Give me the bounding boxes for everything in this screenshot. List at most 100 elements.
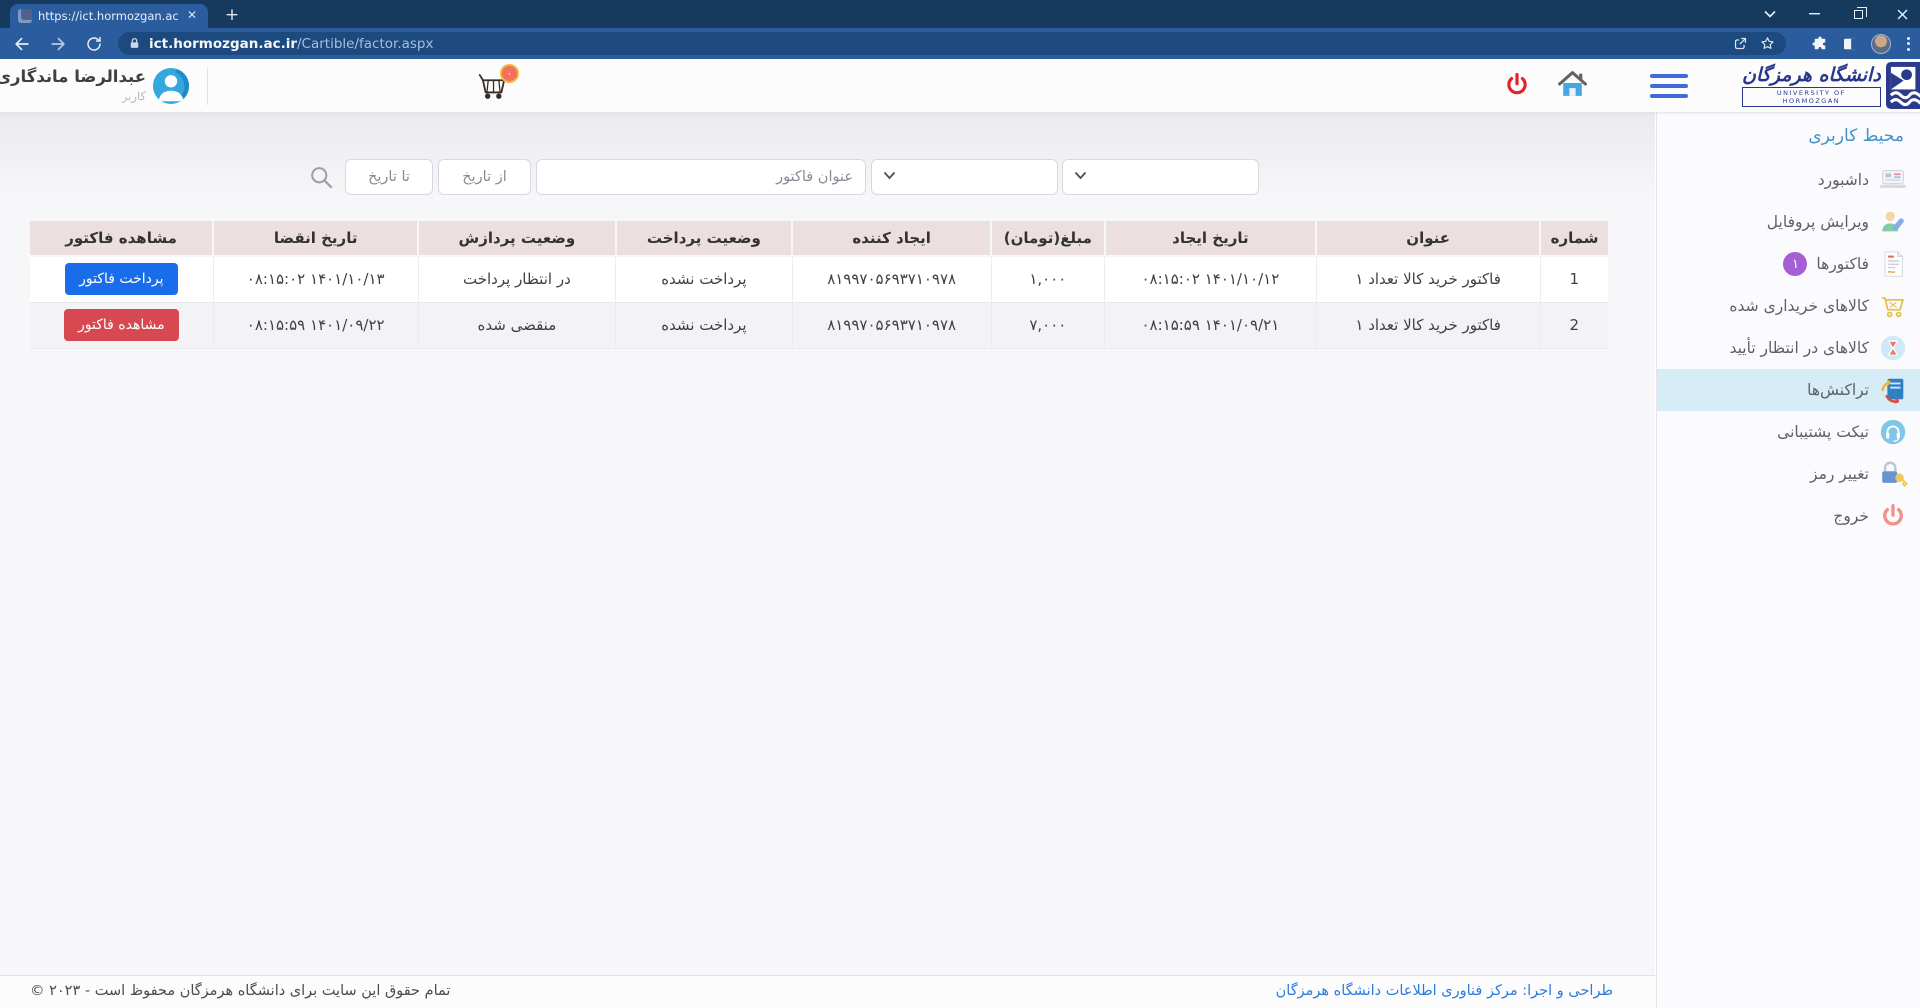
logo-persian-name: دانشگاه هرمزگان [1742, 64, 1881, 86]
browser-toolbar: ict.hormozgan.ac.ir/Cartible/factor.aspx [0, 28, 1920, 59]
cell-action: مشاهده فاکتور [30, 302, 213, 348]
col-expiry-date: تاریخ انقضا [213, 221, 418, 256]
new-tab-button[interactable]: + [220, 5, 244, 27]
forward-button[interactable] [44, 30, 72, 58]
table-header-row: شماره عنوان تاریخ ایجاد مبلغ(تومان) ایجا… [30, 221, 1608, 256]
url-host: ict.hormozgan.ac.ir [149, 36, 297, 52]
sidebar-item-label: تراکنش‌ها [1807, 381, 1869, 399]
browser-menu-icon[interactable] [1903, 37, 1914, 51]
cell-number: 1 [1540, 256, 1608, 302]
invoice-title-input[interactable] [536, 159, 866, 195]
side-panel-icon[interactable] [1841, 35, 1859, 53]
cell-title: فاکتور خرید کالا تعداد ۱ [1316, 256, 1540, 302]
copyright-text: © ۲۰۲۳ - تمام حقوق این سایت برای دانشگاه… [30, 983, 450, 999]
change-password-icon [1878, 459, 1908, 489]
sidebar-item-label: کالاهای در انتظار تأیید [1729, 339, 1869, 357]
col-number: شماره [1540, 221, 1608, 256]
user-block: عبدالرضا ماندگاری کاربر [24, 67, 146, 103]
cell-number: 2 [1540, 302, 1608, 348]
user-name: عبدالرضا ماندگاری [24, 67, 146, 86]
sidebar-item-invoices[interactable]: فاکتورها ۱ [1657, 243, 1920, 285]
url-path: /Cartible/factor.aspx [297, 36, 433, 52]
from-date-input[interactable] [438, 159, 531, 195]
pay-invoice-button[interactable]: پرداخت فاکتور [65, 263, 177, 295]
pending-approval-icon [1878, 333, 1908, 363]
url-bar[interactable]: ict.hormozgan.ac.ir/Cartible/factor.aspx [118, 32, 1786, 55]
footer: © ۲۰۲۳ - تمام حقوق این سایت برای دانشگاه… [0, 975, 1655, 1008]
search-icon[interactable] [308, 164, 335, 191]
col-title: عنوان [1316, 221, 1540, 256]
filter-select-1[interactable] [871, 159, 1058, 195]
sidebar-item-logout[interactable]: خروج [1657, 495, 1920, 537]
table-row: 2 فاکتور خرید کالا تعداد ۱ ۱۴۰۱/۰۹/۲۱ ۰۸… [30, 302, 1608, 348]
edit-profile-icon [1878, 207, 1908, 237]
sidebar-item-pending-approval[interactable]: کالاهای در انتظار تأیید [1657, 327, 1920, 369]
col-creator: ایجاد کننده [792, 221, 991, 256]
cell-amount: ۱,۰۰۰ [991, 256, 1105, 302]
chevron-down-icon [1074, 171, 1087, 180]
sidebar-item-edit-profile[interactable]: ویرایش پروفایل [1657, 201, 1920, 243]
cell-creator: ۸۱۹۹۷۰۵۶۹۳۷۱۰۹۷۸ [792, 302, 991, 348]
filter-select-2[interactable] [1062, 159, 1259, 195]
sidebar: محیط کاربری داشبورد ویرایش پروفایل [1656, 113, 1920, 1008]
sidebar-item-purchased-items[interactable]: کالاهای خریداری شده [1657, 285, 1920, 327]
back-button[interactable] [8, 30, 36, 58]
reload-button[interactable] [80, 30, 108, 58]
cell-payment-status: پرداخت نشده [616, 302, 793, 348]
col-process-status: وضعیت پردازش [418, 221, 615, 256]
sidebar-section-title: محیط کاربری [1657, 113, 1920, 152]
cart-button[interactable]: ۰ [476, 68, 512, 104]
sidebar-item-label: داشبورد [1818, 171, 1869, 189]
sidebar-item-support-ticket[interactable]: تیکت پشتیبانی [1657, 411, 1920, 453]
window-minimize-button[interactable] [1804, 4, 1824, 24]
cell-expiry: ۱۴۰۱/۱۰/۱۳ ۰۸:۱۵:۰۲ [213, 256, 418, 302]
sidebar-item-label: خروج [1833, 507, 1869, 525]
tab-search-chevron-icon[interactable] [1760, 4, 1780, 24]
logo-english-name: UNIVERSITY OF HORMOZGAN [1742, 87, 1881, 107]
tab-close-icon[interactable]: ✕ [184, 8, 200, 24]
cell-created: ۱۴۰۱/۱۰/۱۲ ۰۸:۱۵:۰۲ [1105, 256, 1316, 302]
to-date-input[interactable] [345, 159, 433, 195]
home-button[interactable] [1556, 68, 1589, 101]
university-logo[interactable]: دانشگاه هرمزگان UNIVERSITY OF HORMOZGAN [1742, 62, 1920, 109]
cell-amount: ۷,۰۰۰ [991, 302, 1105, 348]
window-close-button[interactable] [1892, 4, 1912, 24]
cell-creator: ۸۱۹۹۷۰۵۶۹۳۷۱۰۹۷۸ [792, 256, 991, 302]
sidebar-item-label: تیکت پشتیبانی [1777, 423, 1869, 441]
university-emblem-icon [1886, 62, 1920, 109]
bookmark-star-icon[interactable] [1759, 35, 1776, 52]
invoices-count-badge: ۱ [1783, 252, 1807, 276]
cell-created: ۱۴۰۱/۰۹/۲۱ ۰۸:۱۵:۵۹ [1105, 302, 1316, 348]
header-divider [207, 67, 208, 105]
browser-tab[interactable]: https://ict.hormozgan.ac.ir/Cartib ✕ [10, 4, 208, 28]
window-restore-button[interactable] [1848, 4, 1868, 24]
sidebar-item-label: تغییر رمز [1810, 465, 1869, 483]
cell-title: فاکتور خرید کالا تعداد ۱ [1316, 302, 1540, 348]
cell-payment-status: پرداخت نشده [616, 256, 793, 302]
tab-title: https://ict.hormozgan.ac.ir/Cartib [38, 9, 178, 23]
cart-badge: ۰ [500, 64, 519, 83]
invoices-table: شماره عنوان تاریخ ایجاد مبلغ(تومان) ایجا… [30, 221, 1608, 349]
dashboard-icon [1878, 165, 1908, 195]
sidebar-item-transactions[interactable]: تراکنش‌ها [1657, 369, 1920, 411]
extensions-puzzle-icon[interactable] [1811, 35, 1829, 53]
share-icon[interactable] [1732, 35, 1749, 52]
browser-profile-avatar[interactable] [1871, 34, 1891, 54]
credit-link[interactable]: طراحی و اجرا: مرکز فناوری اطلاعات دانشگا… [1276, 983, 1613, 999]
sidebar-item-label: ویرایش پروفایل [1767, 213, 1869, 231]
purchased-items-icon [1878, 291, 1908, 321]
col-amount: مبلغ(تومان) [991, 221, 1105, 256]
sidebar-item-label: کالاهای خریداری شده [1729, 297, 1869, 315]
power-logout-button[interactable] [1503, 71, 1531, 99]
col-view-invoice: مشاهده فاکتور [30, 221, 213, 256]
user-avatar[interactable] [152, 67, 190, 105]
tab-favicon-icon [18, 9, 32, 23]
sidebar-item-change-password[interactable]: تغییر رمز [1657, 453, 1920, 495]
cell-expiry: ۱۴۰۱/۰۹/۲۲ ۰۸:۱۵:۵۹ [213, 302, 418, 348]
col-created-date: تاریخ ایجاد [1105, 221, 1316, 256]
sidebar-toggle-icon[interactable] [1650, 74, 1688, 98]
sidebar-item-dashboard[interactable]: داشبورد [1657, 159, 1920, 201]
browser-tab-bar: https://ict.hormozgan.ac.ir/Cartib ✕ + [0, 0, 1920, 28]
sidebar-item-label: فاکتورها [1816, 255, 1869, 273]
view-invoice-button[interactable]: مشاهده فاکتور [64, 309, 179, 341]
